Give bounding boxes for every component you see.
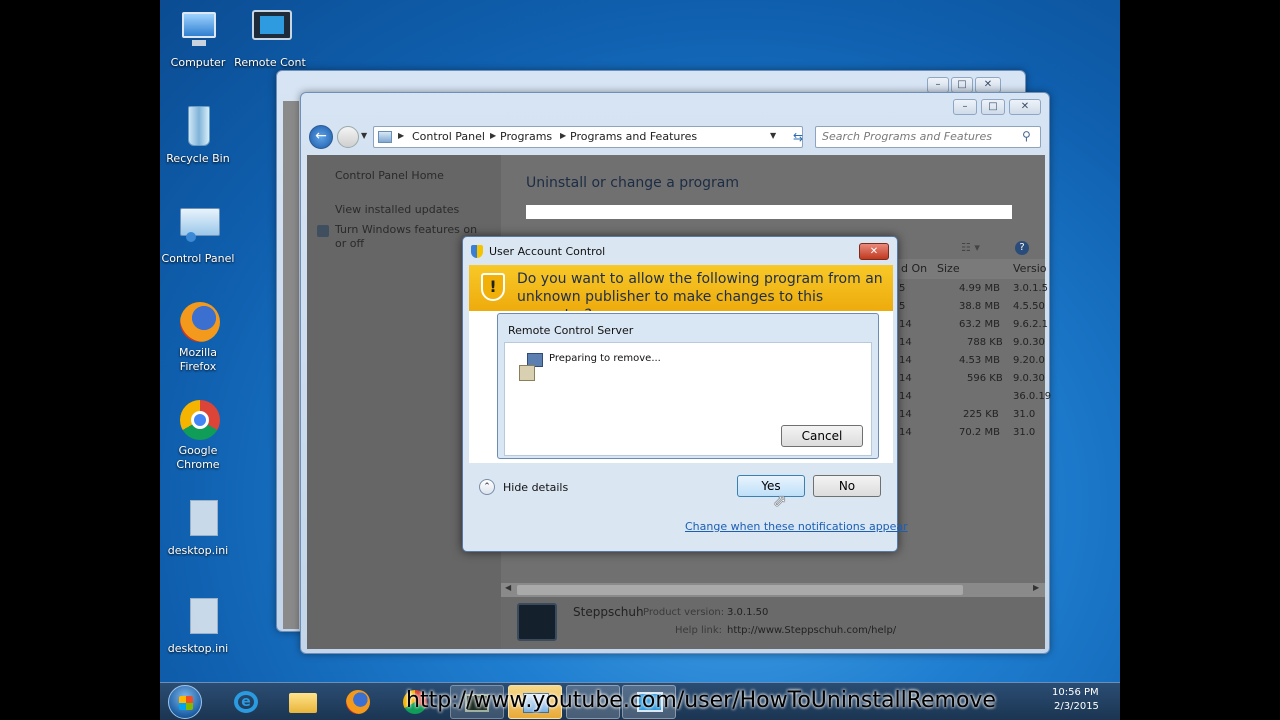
desktop: Computer Remote Cont Recycle Bin Control… <box>160 0 1120 720</box>
change-notifications-link[interactable]: Change when these notifications appear <box>685 520 908 533</box>
left-black-bar <box>0 0 160 720</box>
warning-shield-icon: ! <box>481 273 505 301</box>
yes-button[interactable]: Yes <box>737 475 805 497</box>
column-version[interactable]: Versio <box>1013 262 1046 275</box>
column-installed-on[interactable]: d On <box>901 262 927 275</box>
view-options-icon[interactable]: ☷ ▾ <box>961 241 980 254</box>
desktop-icon-recycle-bin[interactable]: Recycle Bin <box>160 106 236 166</box>
close-icon[interactable]: ✕ <box>1009 99 1041 115</box>
search-placeholder: Search Programs and Features <box>822 130 992 143</box>
settings-file-icon <box>174 498 222 542</box>
desktop-icon-firefox[interactable]: Mozilla Firefox <box>160 300 236 374</box>
status-text: Preparing to remove... <box>549 353 661 364</box>
desktop-icon-computer[interactable]: Computer <box>160 10 236 70</box>
scroll-left-icon[interactable]: ◀ <box>505 583 511 592</box>
close-icon[interactable]: ✕ <box>859 243 889 260</box>
settings-file-icon <box>174 596 222 640</box>
windows-logo-icon <box>179 696 193 710</box>
desktop-icon-label: Google Chrome <box>176 444 220 471</box>
progress-bar <box>526 205 1012 219</box>
search-icon[interactable]: ⚲ <box>1022 129 1031 143</box>
program-icon <box>517 603 557 641</box>
installer-icon <box>515 353 545 381</box>
taskbar-internet-explorer[interactable]: e <box>220 685 274 719</box>
watermark-url: http://www.youtube.com/user/HowToUninsta… <box>406 688 996 713</box>
desktop-icon-desktop-ini-1[interactable]: desktop.ini <box>160 498 236 558</box>
taskbar-explorer[interactable] <box>276 685 330 719</box>
maximize-icon[interactable]: □ <box>981 99 1005 115</box>
page-heading: Uninstall or change a program <box>526 175 740 191</box>
forward-icon[interactable] <box>337 126 359 148</box>
shield-icon <box>317 225 329 237</box>
mouse-cursor-icon: ⬀ <box>773 491 787 510</box>
address-dropdown-icon[interactable]: ▼ <box>770 131 776 140</box>
uac-title: User Account Control <box>489 245 606 258</box>
desktop-icon-label: Recycle Bin <box>166 152 230 165</box>
control-panel-small-icon <box>378 131 392 143</box>
column-size[interactable]: Size <box>937 262 960 275</box>
uac-warning-banner: ! Do you want to allow the following pro… <box>469 265 893 323</box>
clock-time[interactable]: 10:56 PM <box>1052 687 1099 698</box>
close-icon[interactable]: ✕ <box>975 77 1001 93</box>
remote-control-icon <box>246 10 294 54</box>
sidebar-view-installed-updates[interactable]: View installed updates <box>335 203 459 216</box>
collapse-chevron-icon[interactable]: ⌃ <box>479 479 495 495</box>
desktop-icon-label: Mozilla Firefox <box>179 346 217 373</box>
start-button[interactable] <box>168 685 202 719</box>
clock-date[interactable]: 2/3/2015 <box>1054 701 1099 712</box>
scroll-right-icon[interactable]: ▶ <box>1033 583 1039 592</box>
chrome-icon <box>174 398 222 442</box>
back-icon[interactable]: ← <box>309 125 333 149</box>
taskbar-firefox[interactable] <box>332 685 386 719</box>
desktop-icon-desktop-ini-2[interactable]: desktop.ini <box>160 596 236 656</box>
inner-window-body: Preparing to remove... Cancel <box>504 342 872 456</box>
refresh-icon[interactable]: ⇆ <box>787 126 809 148</box>
uac-details-area: Remote Control Server Preparing to remov… <box>469 311 893 463</box>
hide-details-link[interactable]: Hide details <box>503 481 568 494</box>
internet-explorer-icon: e <box>234 691 258 713</box>
desktop-icon-label: desktop.ini <box>167 642 229 655</box>
desktop-icon-remote-control[interactable]: Remote Cont <box>232 10 308 70</box>
firefox-icon <box>174 300 222 344</box>
remove-progress-window: Remote Control Server Preparing to remov… <box>497 313 879 459</box>
firefox-icon <box>346 690 370 714</box>
minimize-icon[interactable]: – <box>953 99 977 115</box>
right-black-bar <box>1120 0 1280 720</box>
inner-window-title: Remote Control Server <box>508 324 634 337</box>
cancel-button[interactable]: Cancel <box>781 425 863 447</box>
details-version: 3.0.1.50 <box>727 607 769 618</box>
folder-icon <box>289 693 317 713</box>
maximize-icon[interactable]: □ <box>951 77 973 93</box>
minimize-icon[interactable]: – <box>927 77 949 93</box>
control-panel-icon <box>174 206 222 250</box>
computer-icon <box>174 10 222 54</box>
details-pane: Steppschuh Product version: 3.0.1.50 Hel… <box>501 597 1045 649</box>
desktop-icon-label: Remote Cont <box>234 56 306 69</box>
history-chevron-icon[interactable]: ▼ <box>361 131 367 140</box>
sidebar-control-panel-home[interactable]: Control Panel Home <box>335 169 444 182</box>
details-version-label: Product version: <box>643 607 725 618</box>
desktop-icon-label: desktop.ini <box>167 544 229 557</box>
help-icon[interactable]: ? <box>1015 241 1029 255</box>
details-help-label: Help link: <box>675 625 723 636</box>
details-help-link[interactable]: http://www.Steppschuh.com/help/ <box>727 625 896 636</box>
desktop-icon-label: Control Panel <box>161 252 235 265</box>
user-account-control-dialog[interactable]: User Account Control ✕ ! Do you want to … <box>462 236 908 552</box>
scrollbar-thumb[interactable] <box>517 585 963 595</box>
address-bar[interactable]: ▶ Control Panel ▶ Programs ▶ Programs an… <box>373 126 803 148</box>
breadcrumb-programs[interactable]: Programs <box>500 130 552 143</box>
horizontal-scrollbar[interactable]: ◀ ▶ <box>501 583 1045 597</box>
no-button[interactable]: No <box>813 475 881 497</box>
breadcrumb-control-panel[interactable]: Control Panel <box>412 130 485 143</box>
desktop-icon-chrome[interactable]: Google Chrome <box>160 398 236 472</box>
details-name: Steppschuh <box>573 605 644 619</box>
search-box[interactable]: Search Programs and Features ⚲ <box>815 126 1041 148</box>
breadcrumb-programs-and-features[interactable]: Programs and Features <box>570 130 697 143</box>
desktop-icon-control-panel[interactable]: Control Panel <box>160 206 236 266</box>
desktop-icon-label: Computer <box>170 56 226 69</box>
uac-shield-icon <box>471 245 483 258</box>
recycle-bin-icon <box>174 106 222 150</box>
